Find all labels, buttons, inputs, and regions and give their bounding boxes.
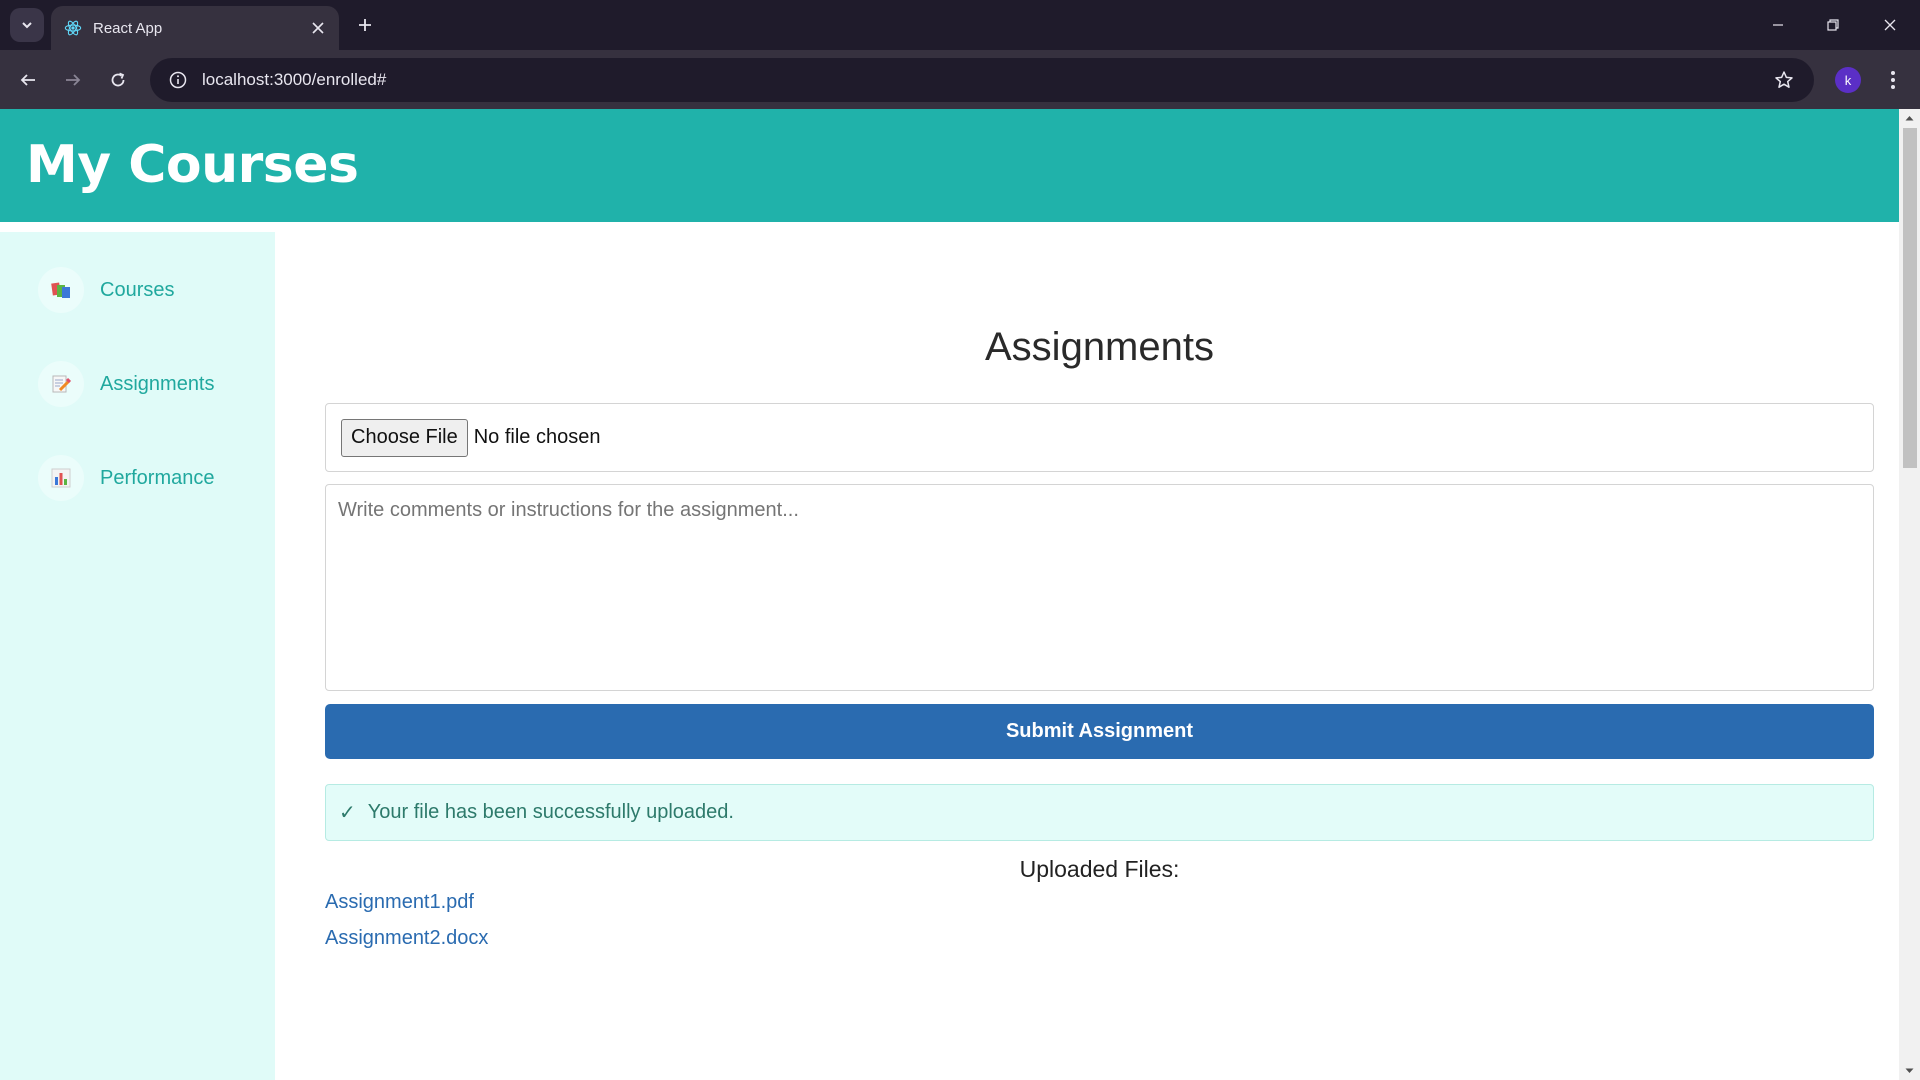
page-title: Assignments — [985, 325, 1214, 369]
bar-chart-icon — [38, 455, 84, 501]
memo-icon — [38, 361, 84, 407]
back-button[interactable] — [10, 62, 46, 98]
restore-button[interactable] — [1813, 8, 1853, 42]
site-info-icon[interactable] — [156, 58, 200, 102]
reload-icon — [111, 72, 125, 87]
uploaded-file-link[interactable]: Assignment2.docx — [325, 927, 488, 950]
tab-title: React App — [93, 19, 163, 37]
close-icon — [1884, 19, 1896, 31]
file-status-text: No file chosen — [473, 426, 601, 448]
browser-menu-button[interactable] — [1875, 62, 1911, 98]
profile-avatar[interactable]: k — [1835, 67, 1861, 93]
plus-icon — [359, 19, 371, 31]
sidebar-item-performance[interactable]: Performance — [38, 454, 215, 502]
tab-search-button[interactable] — [10, 8, 44, 42]
sidebar-item-assignments[interactable]: Assignments — [38, 360, 215, 408]
check-icon: ✓ — [339, 802, 356, 824]
browser-toolbar: localhost:3000/enrolled# k — [0, 50, 1920, 109]
close-window-button[interactable] — [1870, 8, 1910, 42]
scrollbar-thumb[interactable] — [1903, 128, 1917, 468]
choose-file-button[interactable]: Choose File — [341, 418, 468, 457]
page-header-title: My Courses — [26, 135, 359, 195]
minimize-icon — [1773, 24, 1783, 26]
scrollbar[interactable] — [1899, 109, 1920, 1080]
minimize-button[interactable] — [1758, 8, 1798, 42]
more-vertical-icon — [1891, 71, 1895, 89]
comments-textarea[interactable] — [325, 484, 1874, 691]
scroll-down-arrow-icon[interactable] — [1899, 1062, 1920, 1080]
browser-tab-bar: React App — [0, 0, 1920, 50]
restore-icon — [1827, 19, 1839, 31]
browser-tab[interactable]: React App — [51, 6, 339, 50]
forward-button[interactable] — [55, 62, 91, 98]
close-tab-icon[interactable] — [303, 13, 333, 43]
sidebar-item-label: Courses — [100, 278, 175, 301]
bookmark-star-icon[interactable] — [1764, 60, 1804, 100]
uploaded-files-title: Uploaded Files: — [1019, 856, 1180, 882]
address-bar[interactable]: localhost:3000/enrolled# — [150, 58, 1814, 102]
books-icon — [38, 267, 84, 313]
react-logo-icon — [63, 18, 83, 38]
arrow-right-icon — [66, 74, 81, 86]
url-text[interactable]: localhost:3000/enrolled# — [202, 70, 1764, 90]
sidebar-item-label: Performance — [100, 466, 215, 489]
scroll-up-arrow-icon[interactable] — [1899, 109, 1920, 127]
page-viewport: My Courses Courses Assignments Performan… — [0, 109, 1920, 1080]
uploaded-file-link[interactable]: Assignment1.pdf — [325, 891, 474, 914]
file-upload-box: Choose File No file chosen — [325, 403, 1874, 472]
sidebar: Courses Assignments Performance — [0, 232, 275, 1080]
success-message-text: Your file has been successfully uploaded… — [367, 801, 734, 823]
submit-assignment-button[interactable]: Submit Assignment — [325, 704, 1874, 759]
success-message: ✓ Your file has been successfully upload… — [325, 784, 1874, 841]
chevron-down-icon — [22, 22, 32, 29]
page-header: My Courses — [0, 109, 1899, 222]
reload-button[interactable] — [100, 62, 136, 98]
sidebar-item-courses[interactable]: Courses — [38, 266, 174, 314]
sidebar-item-label: Assignments — [100, 372, 215, 395]
arrow-left-icon — [20, 74, 35, 86]
new-tab-button[interactable] — [350, 10, 380, 40]
